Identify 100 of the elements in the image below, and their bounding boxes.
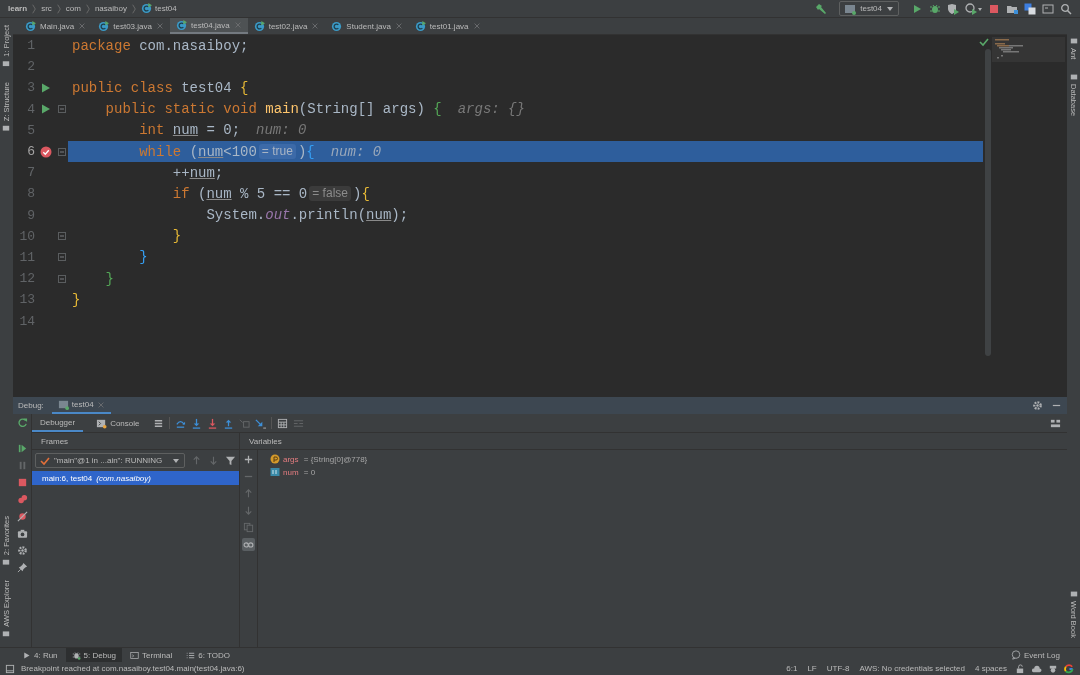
close-icon[interactable] <box>78 22 87 30</box>
thread-dropdown[interactable]: "main"@1 in ...ain": RUNNING <box>35 453 185 468</box>
stop-icon[interactable] <box>16 477 28 488</box>
close-icon[interactable] <box>472 22 481 30</box>
tool-window-button[interactable]: 6: TODO <box>180 648 236 662</box>
fold-icon[interactable] <box>57 273 67 284</box>
variable-name: num <box>189 164 215 181</box>
scrollbar[interactable] <box>985 49 991 356</box>
close-icon[interactable] <box>155 22 164 30</box>
run-gutter-icon[interactable] <box>39 81 52 94</box>
settings-icon[interactable] <box>16 545 28 556</box>
keyword: int <box>138 122 166 139</box>
value-hint: = true <box>258 144 296 160</box>
close-icon[interactable] <box>96 400 105 409</box>
translate-icon[interactable] <box>1024 2 1036 15</box>
resume-icon[interactable] <box>16 443 28 454</box>
tool-window-button[interactable]: Terminal <box>124 648 179 662</box>
fold-icon[interactable] <box>57 252 67 263</box>
step-out-icon[interactable] <box>222 417 234 429</box>
filter-icon[interactable] <box>225 455 236 466</box>
run-icon[interactable] <box>911 2 923 15</box>
threads-icon[interactable] <box>152 417 164 429</box>
section-title: Variables <box>249 436 282 446</box>
stack-frame[interactable]: main:6, test04 (com.nasaiboy) <box>32 471 239 485</box>
fold-icon[interactable] <box>57 231 67 242</box>
debug-session-tab[interactable]: test04 <box>51 397 111 414</box>
close-icon[interactable] <box>311 22 320 30</box>
breadcrumb[interactable]: learn <box>8 4 28 13</box>
run-to-cursor-icon[interactable] <box>254 417 266 429</box>
settings-icon[interactable] <box>1032 400 1043 411</box>
mute-breakpoints-icon[interactable] <box>16 511 28 522</box>
inline-hint: num: 0 <box>330 143 382 160</box>
debugger-tab[interactable]: Debugger <box>32 414 84 432</box>
editor-tab[interactable]: test04.java <box>169 18 248 34</box>
variable-row[interactable]: num = 0 <box>270 466 368 478</box>
line-number: 3 <box>26 80 35 96</box>
gauge-run-icon[interactable] <box>965 2 982 15</box>
variable-name: num <box>366 207 392 224</box>
editor-tab[interactable]: test02.java <box>247 18 326 34</box>
editor-tab[interactable]: test03.java <box>92 18 170 34</box>
run-icon <box>22 650 31 660</box>
tool-window-button[interactable]: 5: Debug <box>65 648 123 662</box>
breadcrumb[interactable]: com <box>65 4 81 13</box>
lock-icon[interactable] <box>1015 663 1025 674</box>
speech-bubble-icon <box>1010 650 1021 660</box>
tool-window-icon <box>2 630 11 638</box>
line-number: 12 <box>18 271 35 287</box>
code-text: % 5 == 0 <box>239 185 308 202</box>
close-icon[interactable] <box>394 22 403 30</box>
event-log-button[interactable]: Event Log <box>1010 650 1060 660</box>
code-text: ; <box>214 164 224 181</box>
breadcrumb[interactable]: test04 <box>154 4 177 13</box>
editor-tab[interactable]: test01.java <box>408 18 487 34</box>
camera-icon[interactable] <box>16 528 28 539</box>
keyword: public static void <box>104 101 258 118</box>
layout-icon[interactable] <box>1050 417 1061 429</box>
minimap-drawing[interactable] <box>992 37 1065 62</box>
status-item[interactable]: UTF-8 <box>824 664 852 673</box>
line-number: 7 <box>26 165 35 181</box>
plus-icon[interactable] <box>243 454 254 465</box>
breakpoints-icon[interactable] <box>16 494 28 505</box>
status-item[interactable]: 4 spaces <box>972 664 1009 673</box>
status-item[interactable]: AWS: No credentials selected <box>857 664 967 673</box>
search-icon[interactable] <box>1060 2 1072 15</box>
run-gutter-icon[interactable] <box>39 103 52 116</box>
editor-tab[interactable]: Main.java <box>19 18 93 34</box>
line-number: 10 <box>18 228 35 244</box>
check-icon <box>40 455 50 466</box>
line-number: 6 <box>26 144 35 160</box>
glasses-icon[interactable] <box>243 539 254 550</box>
colored-ring-icon[interactable] <box>1064 663 1074 674</box>
application-icon <box>57 399 69 410</box>
breadcrumb[interactable]: nasaiboy <box>94 4 127 13</box>
debugger-tab[interactable]: Console <box>88 414 148 432</box>
line-number: 4 <box>26 101 35 117</box>
breakpoint-icon[interactable] <box>39 145 52 158</box>
run-configuration-dropdown[interactable]: test04 <box>839 1 899 16</box>
stop-icon[interactable] <box>988 2 1000 15</box>
fold-icon[interactable] <box>57 146 67 157</box>
hammer-icon[interactable] <box>815 2 828 15</box>
force-step-into-icon[interactable] <box>206 417 218 429</box>
status-item[interactable]: 6:1 <box>784 664 800 673</box>
inline-hint: num: 0 <box>256 122 307 139</box>
breadcrumb[interactable]: src <box>41 4 52 13</box>
value-hint: = false <box>309 186 351 202</box>
step-into-icon[interactable] <box>190 417 202 429</box>
variable-row[interactable]: args = {String[0]@778} <box>270 453 368 465</box>
bug-icon[interactable] <box>929 2 941 15</box>
fold-icon[interactable] <box>57 104 67 115</box>
rerun-icon[interactable] <box>16 417 28 428</box>
status-item[interactable]: LF <box>805 664 819 673</box>
tool-window-button[interactable]: 4: Run <box>16 648 64 662</box>
calculator-icon[interactable] <box>276 417 288 429</box>
shield-run-icon[interactable] <box>947 2 959 15</box>
tool-window-icon <box>2 123 11 132</box>
inspector-icon[interactable] <box>1048 663 1058 674</box>
terminal-window-icon[interactable] <box>1042 2 1054 15</box>
pin-icon[interactable] <box>16 562 28 573</box>
tool-window-toggle-icon[interactable] <box>5 663 15 674</box>
editor-tab[interactable]: Student.java <box>325 18 409 34</box>
